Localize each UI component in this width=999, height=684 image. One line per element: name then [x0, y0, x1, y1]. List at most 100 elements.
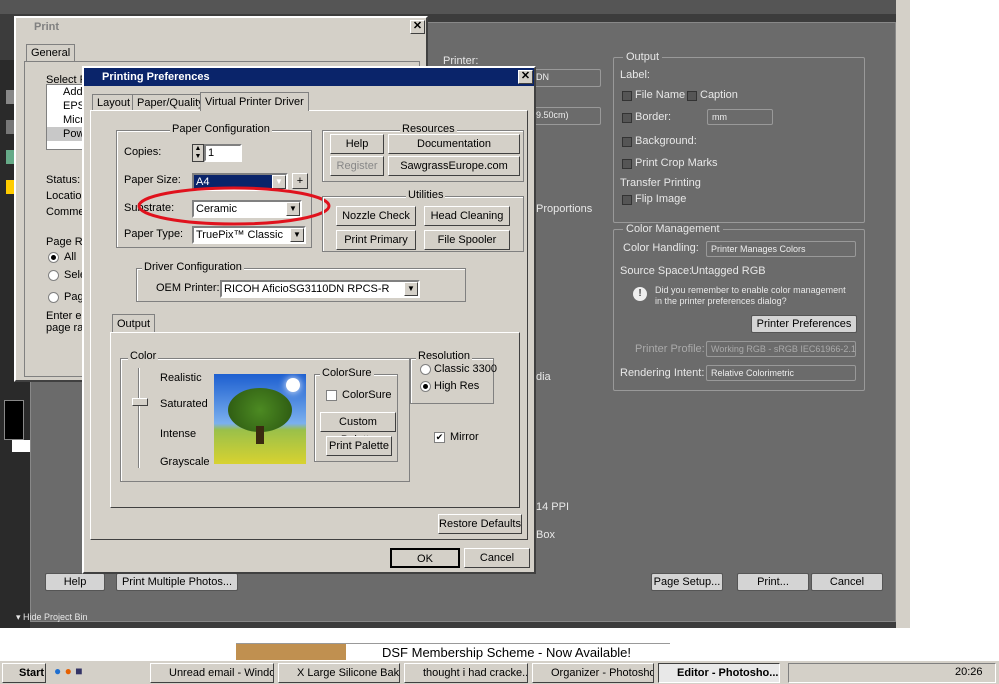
crop-marks-label: Print Crop Marks: [635, 157, 718, 169]
desktop-icon[interactable]: ■: [75, 664, 82, 678]
printer-select[interactable]: DN: [531, 69, 601, 87]
start-button[interactable]: Start: [2, 663, 46, 683]
cancel-button[interactable]: Cancel: [464, 548, 530, 568]
media-label: dia: [536, 371, 551, 383]
oem-printer-label: OEM Printer:: [156, 282, 220, 294]
mirror-checkbox[interactable]: ✔: [434, 432, 445, 443]
help-button[interactable]: Help: [45, 573, 105, 591]
status-label: Status:: [46, 174, 81, 186]
file-spooler-button[interactable]: File Spooler: [424, 230, 510, 250]
copies-input[interactable]: 1: [204, 144, 242, 162]
size-select[interactable]: 9.50cm): [531, 107, 601, 125]
color-handling-select[interactable]: Printer Manages Colors: [706, 241, 856, 257]
system-tray: 20:26: [788, 663, 996, 683]
printer-profile-select[interactable]: Working RGB - sRGB IEC61966-2.1: [706, 341, 856, 357]
paper-type-select[interactable]: TruePix™ Classic ▼: [192, 226, 306, 244]
tab-virtual-printer-driver[interactable]: Virtual Printer Driver: [200, 92, 309, 111]
print-multiple-button[interactable]: Print Multiple Photos...: [116, 573, 238, 591]
colorsure-title: ColorSure: [320, 367, 374, 379]
rendering-intent-label: Rendering Intent:: [620, 367, 705, 379]
prefs-titlebar: Printing Preferences: [84, 68, 534, 86]
print-titlebar: Print: [16, 18, 426, 36]
tab-general[interactable]: General: [26, 44, 76, 61]
register-button[interactable]: Register: [330, 156, 384, 176]
color-level-slider[interactable]: [132, 398, 148, 406]
taskbar: Start ● ● ■ Unread email - Windo... X La…: [0, 660, 999, 684]
box-label: Box: [536, 529, 555, 541]
tab-layout[interactable]: Layout: [92, 94, 136, 111]
forum-banner[interactable]: DSF Membership Scheme - Now Available!: [236, 643, 670, 661]
task-organizer[interactable]: Organizer - Photosho...: [532, 663, 654, 683]
color-level-track: [138, 368, 140, 468]
print-primary-button[interactable]: Print Primary: [336, 230, 416, 250]
pages-radio[interactable]: [48, 292, 59, 303]
chevron-down-icon: ▼: [404, 282, 418, 296]
flip-image-checkbox[interactable]: [622, 195, 632, 205]
prefs-close-button[interactable]: ✕: [518, 70, 533, 84]
background-checkbox[interactable]: [622, 137, 632, 147]
nozzle-check-button[interactable]: Nozzle Check: [336, 206, 416, 226]
help-button[interactable]: Help: [330, 134, 384, 154]
driver-config-title: Driver Configuration: [142, 261, 244, 273]
flip-image-label: Flip Image: [635, 193, 687, 205]
print-palette-button[interactable]: Print Palette: [326, 436, 392, 456]
resolution-title: Resolution: [416, 350, 472, 362]
label-heading: Label:: [620, 69, 650, 81]
tab-paper-quality[interactable]: Paper/Quality: [132, 94, 209, 111]
copies-label: Copies:: [124, 146, 162, 158]
colorsure-checkbox[interactable]: [326, 390, 337, 401]
task-browser-1[interactable]: X Large Silicone Baki...: [278, 663, 400, 683]
custom-palette-button[interactable]: Custom Palette: [320, 412, 396, 446]
task-editor[interactable]: Editor - Photosho...: [658, 663, 780, 683]
background-color-swatch[interactable]: [12, 440, 32, 452]
documentation-button[interactable]: Documentation: [388, 134, 520, 154]
page-setup-button[interactable]: Page Setup...: [651, 573, 723, 591]
paper-config-title: Paper Configuration: [170, 123, 272, 135]
task-browser-2[interactable]: thought i had cracke...: [404, 663, 528, 683]
proportions-label: Proportions: [536, 203, 593, 215]
color-management-title: Color Management: [623, 223, 723, 235]
background-label: Background:: [635, 135, 697, 147]
printer-preferences-button[interactable]: Printer Preferences: [751, 315, 857, 333]
level-saturated: Saturated: [160, 398, 208, 410]
mirror-label: Mirror: [450, 431, 479, 443]
paper-type-label: Paper Type:: [124, 228, 184, 240]
ok-button[interactable]: OK: [390, 548, 460, 568]
border-checkbox[interactable]: [622, 113, 632, 123]
restore-defaults-button[interactable]: Restore Defaults: [438, 514, 522, 534]
color-note: Did you remember to enable color managem…: [655, 285, 846, 306]
tab-output[interactable]: Output: [112, 314, 156, 333]
window-scrollbar[interactable]: [896, 0, 910, 628]
high-res-radio[interactable]: [420, 381, 431, 392]
print-button[interactable]: Print...: [737, 573, 809, 591]
sawgrass-link-button[interactable]: SawgrassEurope.com: [388, 156, 520, 176]
oem-printer-select[interactable]: RICOH AficioSG3110DN RPCS-R ▼: [220, 280, 420, 298]
high-res-label: High Res: [434, 380, 480, 392]
print-close-button[interactable]: ✕: [410, 20, 425, 34]
color-title: Color: [128, 350, 159, 362]
foreground-color-swatch[interactable]: [4, 400, 24, 440]
all-radio[interactable]: [48, 252, 59, 263]
firefox-icon[interactable]: ●: [65, 664, 72, 678]
rendering-intent-select[interactable]: Relative Colorimetric: [706, 365, 856, 381]
preview-image: [214, 374, 306, 464]
file-name-checkbox[interactable]: [622, 91, 632, 101]
copies-spinner[interactable]: ▲ ▼: [192, 144, 204, 162]
file-name-label: File Name: [635, 89, 686, 101]
hide-project-bin[interactable]: ▾ Hide Project Bin: [16, 612, 88, 623]
quick-launch: ● ● ■: [54, 664, 148, 682]
head-cleaning-button[interactable]: Head Cleaning: [424, 206, 510, 226]
printing-preferences-dialog: Printing Preferences ✕ Layout Paper/Qual…: [82, 66, 536, 574]
selection-radio[interactable]: [48, 270, 59, 281]
crop-marks-checkbox[interactable]: [622, 159, 632, 169]
level-intense: Intense: [160, 428, 197, 440]
caption-label: Caption: [700, 89, 738, 101]
classic-radio[interactable]: [420, 364, 431, 375]
ps-cancel-button[interactable]: Cancel: [811, 573, 883, 591]
task-email[interactable]: Unread email - Windo...: [150, 663, 274, 683]
photoshop-titlebar: [0, 0, 910, 14]
caption-checkbox[interactable]: [687, 91, 697, 101]
clock: 20:26: [955, 666, 983, 678]
border-unit-select[interactable]: mm: [707, 109, 773, 125]
ie-icon[interactable]: ●: [54, 664, 61, 678]
